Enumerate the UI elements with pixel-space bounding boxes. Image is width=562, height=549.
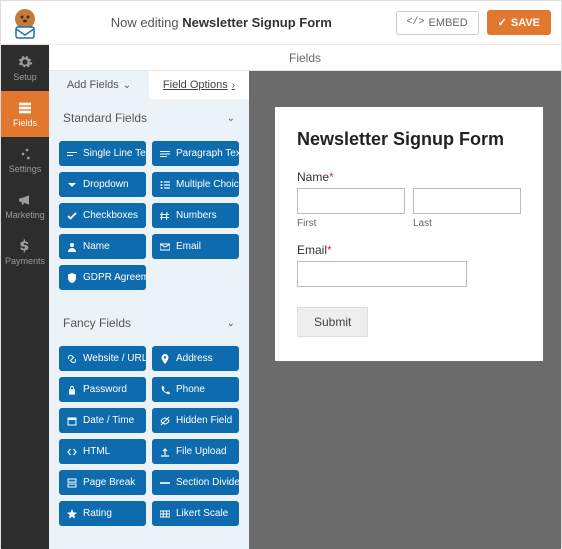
lock-icon xyxy=(67,385,77,395)
check-icon xyxy=(67,211,77,221)
sidenav-fields[interactable]: Fields xyxy=(1,91,49,137)
sidenav-setup[interactable]: Setup xyxy=(1,45,49,91)
email-input[interactable] xyxy=(297,261,467,287)
chevron-down-icon: ⌄ xyxy=(123,80,131,91)
dollar-icon xyxy=(17,238,33,254)
form-canvas: Newsletter Signup Form Name* First Last … xyxy=(249,71,561,549)
embed-button[interactable]: </> EMBED xyxy=(396,11,479,35)
editing-title: Now editing Newsletter Signup Form xyxy=(47,15,396,30)
top-toolbar: Now editing Newsletter Signup Form </> E… xyxy=(1,1,561,45)
form-title: Newsletter Signup Form xyxy=(297,129,521,150)
chevron-right-icon: › xyxy=(232,80,235,91)
first-name-input[interactable] xyxy=(297,188,405,214)
email-label: Email* xyxy=(297,243,521,257)
bullhorn-icon xyxy=(17,192,33,208)
field-email[interactable]: Email xyxy=(152,234,239,259)
submit-button[interactable]: Submit xyxy=(297,307,368,337)
eye-slash-icon xyxy=(160,416,170,426)
field-single-line-text[interactable]: Single Line Text xyxy=(59,141,146,166)
tab-field-options[interactable]: Field Options› xyxy=(149,71,249,99)
fields-panel: Add Fields⌄ Field Options› Standard Fiel… xyxy=(49,71,249,549)
field-multiple-choice[interactable]: Multiple Choice xyxy=(152,172,239,197)
code-icon xyxy=(67,447,77,457)
field-checkboxes[interactable]: Checkboxes xyxy=(59,203,146,228)
first-sublabel: First xyxy=(297,218,405,229)
field-rating[interactable]: Rating xyxy=(59,501,146,526)
link-icon xyxy=(67,354,77,364)
form-preview[interactable]: Newsletter Signup Form Name* First Last … xyxy=(275,107,543,361)
field-password[interactable]: Password xyxy=(59,377,146,402)
envelope-icon xyxy=(160,242,170,252)
pagebreak-icon xyxy=(67,478,77,488)
fancy-fields-header[interactable]: Fancy Fields⌄ xyxy=(49,304,249,340)
field-dropdown[interactable]: Dropdown xyxy=(59,172,146,197)
user-icon xyxy=(67,242,77,252)
field-gdpr[interactable]: GDPR Agreement xyxy=(59,265,146,290)
field-paragraph-text[interactable]: Paragraph Text xyxy=(152,141,239,166)
field-name[interactable]: Name xyxy=(59,234,146,259)
star-icon xyxy=(67,509,77,519)
last-name-input[interactable] xyxy=(413,188,521,214)
pin-icon xyxy=(160,354,170,364)
field-section[interactable]: Section Divider xyxy=(152,470,239,495)
phone-icon xyxy=(160,385,170,395)
chevron-down-icon: ⌄ xyxy=(227,318,235,329)
field-datetime[interactable]: Date / Time xyxy=(59,408,146,433)
sidenav-marketing[interactable]: Marketing xyxy=(1,183,49,229)
field-likert[interactable]: Likert Scale xyxy=(152,501,239,526)
field-pagebreak[interactable]: Page Break xyxy=(59,470,146,495)
caret-down-icon xyxy=(67,180,77,190)
paragraph-icon xyxy=(160,149,170,159)
name-label: Name* xyxy=(297,170,521,184)
sidenav-payments[interactable]: Payments xyxy=(1,229,49,275)
sidenav-settings[interactable]: Settings xyxy=(1,137,49,183)
check-icon: ✓ xyxy=(498,16,507,29)
shield-icon xyxy=(67,273,77,283)
chevron-down-icon: ⌄ xyxy=(227,113,235,124)
save-button[interactable]: ✓ SAVE xyxy=(487,10,551,35)
last-sublabel: Last xyxy=(413,218,521,229)
field-phone[interactable]: Phone xyxy=(152,377,239,402)
sliders-icon xyxy=(17,146,33,162)
field-fileupload[interactable]: File Upload xyxy=(152,439,239,464)
divider-icon xyxy=(160,478,170,488)
text-icon xyxy=(67,149,77,159)
wpforms-logo xyxy=(7,5,43,41)
left-sidenav: Setup Fields Settings Marketing Payments xyxy=(1,45,49,549)
grid-icon xyxy=(160,509,170,519)
hash-icon xyxy=(160,211,170,221)
fields-icon xyxy=(17,100,33,116)
code-icon: </> xyxy=(407,17,425,28)
gear-icon xyxy=(17,54,33,70)
standard-fields-header[interactable]: Standard Fields⌄ xyxy=(49,99,249,135)
upload-icon xyxy=(160,447,170,457)
list-icon xyxy=(160,180,170,190)
field-hidden[interactable]: Hidden Field xyxy=(152,408,239,433)
calendar-icon xyxy=(67,416,77,426)
fields-titlebar: Fields xyxy=(49,45,561,71)
field-html[interactable]: HTML xyxy=(59,439,146,464)
field-numbers[interactable]: Numbers xyxy=(152,203,239,228)
tab-add-fields[interactable]: Add Fields⌄ xyxy=(49,71,149,99)
field-address[interactable]: Address xyxy=(152,346,239,371)
field-website[interactable]: Website / URL xyxy=(59,346,146,371)
